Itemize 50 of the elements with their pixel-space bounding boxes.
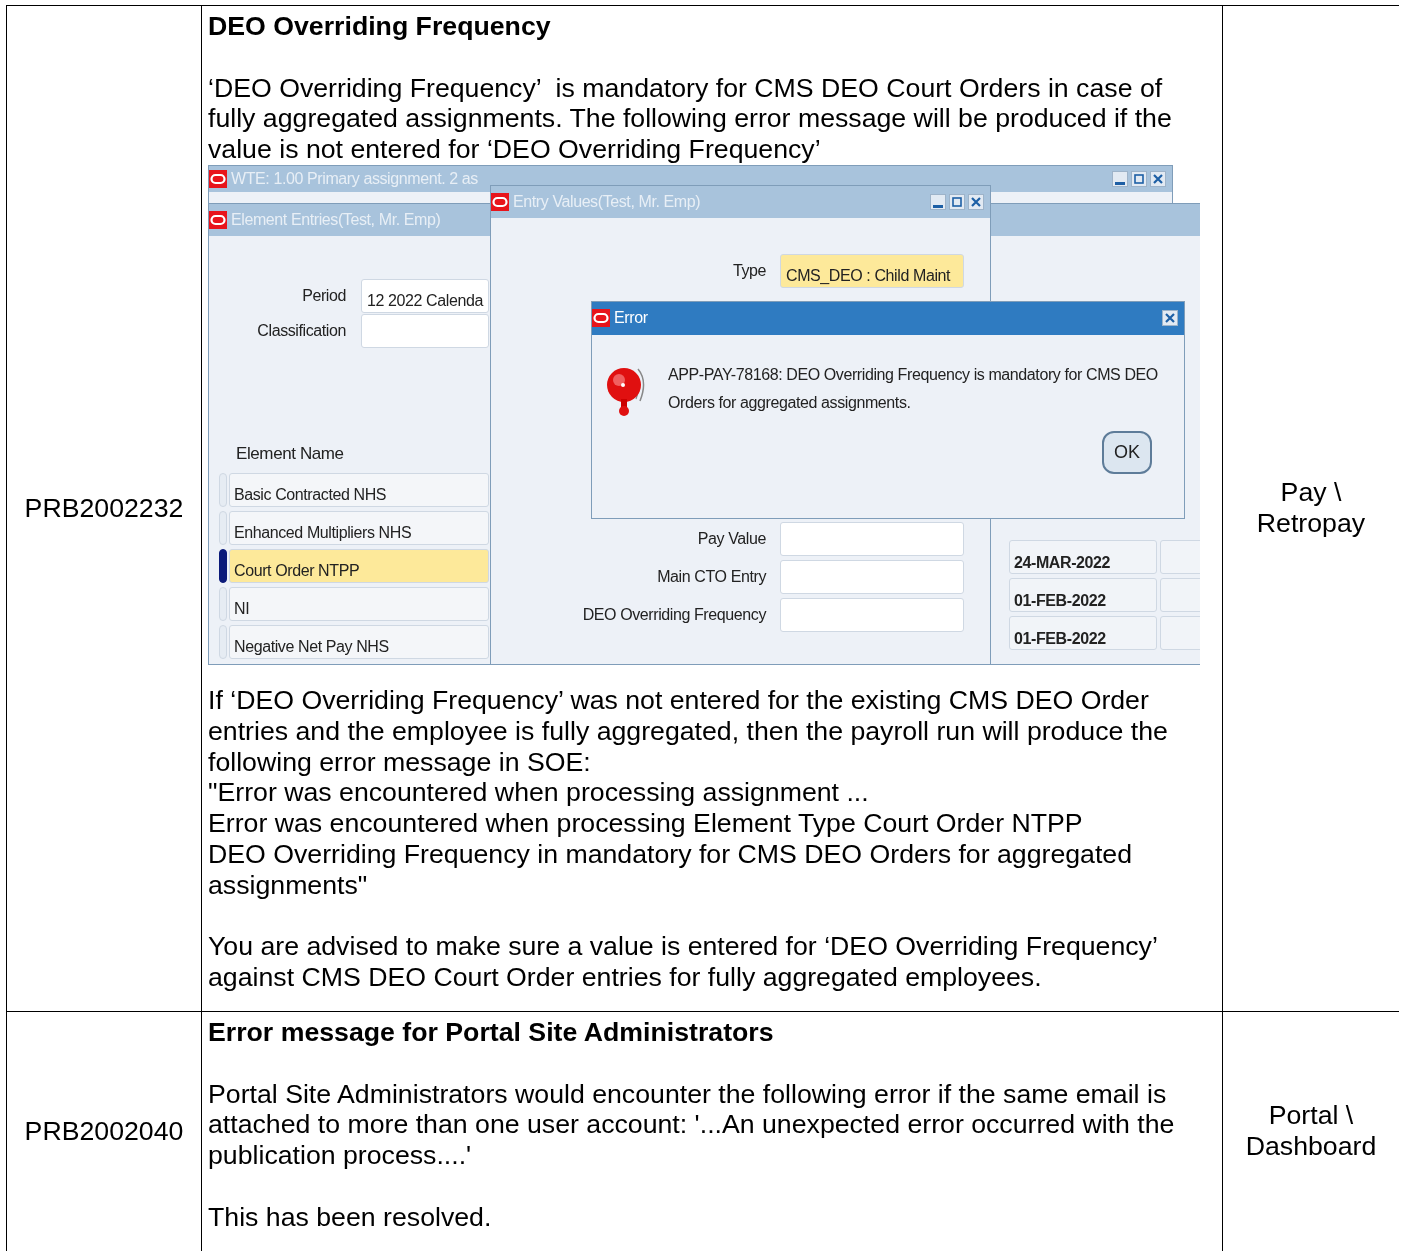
input-field[interactable] (780, 560, 964, 594)
list-row[interactable]: Court Order NTPP (229, 548, 489, 583)
section-heading: DEO Overriding Frequency (208, 11, 552, 42)
window-title: Error (614, 308, 649, 329)
paragraph: This has been resolved. (208, 1201, 493, 1233)
ok-button[interactable]: OK (1102, 431, 1152, 474)
list-row[interactable]: Basic Contracted NHS (229, 472, 489, 507)
app-logo-icon (491, 193, 509, 211)
paragraph: If ‘DEO Overriding Frequency’ was not entered for the existing CMS DEO Order entries and the employee is fully aggregated, then the payroll run will produce the following error message in SOE: "Error was encountered when processing assignment ... Error was encountered when processing Element Type Court Order NTPP DEO Overriding Frequency in mandatory for CMS DEO Orders for aggregated assignments" (208, 685, 1169, 901)
input-field[interactable] (780, 522, 964, 556)
paragraph: You are advised to make sure a value is entered for ‘DEO Overriding Frequency’ against CMS DEO Court Order entries for fully aggregated employees. (208, 931, 1158, 993)
table-cell: 24-MAR-2022 (1009, 540, 1157, 574)
column-header: Element Name (236, 443, 345, 465)
list-row[interactable]: Negative Net Pay NHS (229, 624, 489, 659)
window-title: Element Entries(Test, Mr. Emp) (231, 209, 442, 230)
close-icon[interactable] (968, 194, 984, 210)
close-icon[interactable] (1162, 310, 1178, 327)
field-label: Period (301, 285, 346, 306)
table-cell: Pay \ Retropay (1223, 6, 1399, 1011)
table-cell: PRB2002232 (7, 6, 201, 1011)
app-logo-icon (592, 309, 610, 328)
minimize-icon[interactable] (1112, 171, 1128, 187)
paragraph: Portal Site Administrators would encounter the following error if the same email is attached to more than one user account: '...An unexpected error occurred with the publication process....' (208, 1078, 1176, 1171)
paragraph: ‘DEO Overriding Frequency’ is mandatory for CMS DEO Court Orders in case of fully aggregated assignments. The following error message will be produced if the value is not entered for ‘DEO Overriding Frequency’ (208, 72, 1173, 165)
field-label: Type (731, 260, 766, 281)
list-row[interactable]: NI (229, 586, 489, 621)
table-cell: 01-FEB-2022 (1009, 578, 1157, 612)
row-indicator[interactable] (219, 548, 227, 583)
window-title: WTE: 1.00 Primary assignment. 2 as (231, 168, 479, 189)
field-label: Classification (256, 320, 346, 341)
input-field[interactable] (361, 314, 489, 348)
window-title: Entry Values(Test, Mr. Emp) (513, 191, 702, 212)
list-row[interactable]: Enhanced Multipliers NHS (229, 510, 489, 545)
table-cell: Portal \ Dashboard (1223, 1011, 1399, 1251)
field-label: Pay Value (696, 528, 766, 549)
section-heading: Error message for Portal Site Administrators (208, 1016, 775, 1048)
input-field[interactable] (780, 598, 964, 632)
table-cell: PRB2002040 (7, 1011, 201, 1251)
maximize-icon[interactable] (1131, 171, 1147, 187)
field-label: DEO Overriding Frequency (581, 604, 766, 625)
app-logo-icon (209, 170, 227, 188)
maximize-icon[interactable] (949, 194, 965, 210)
error-message: APP-PAY-78168: DEO Overriding Frequency is mandatory for CMS DEO Orders for aggregated assignments. (668, 365, 1158, 413)
app-logo-icon (209, 211, 227, 229)
close-icon[interactable] (1150, 171, 1166, 187)
input-field[interactable]: 12 2022 Calenda (361, 279, 489, 313)
input-field[interactable]: CMS_DEO : Child Maint (780, 254, 964, 288)
field-label: Main CTO Entry (656, 566, 766, 587)
table-cell: 01-FEB-2022 (1009, 616, 1157, 650)
minimize-icon[interactable] (930, 194, 946, 210)
